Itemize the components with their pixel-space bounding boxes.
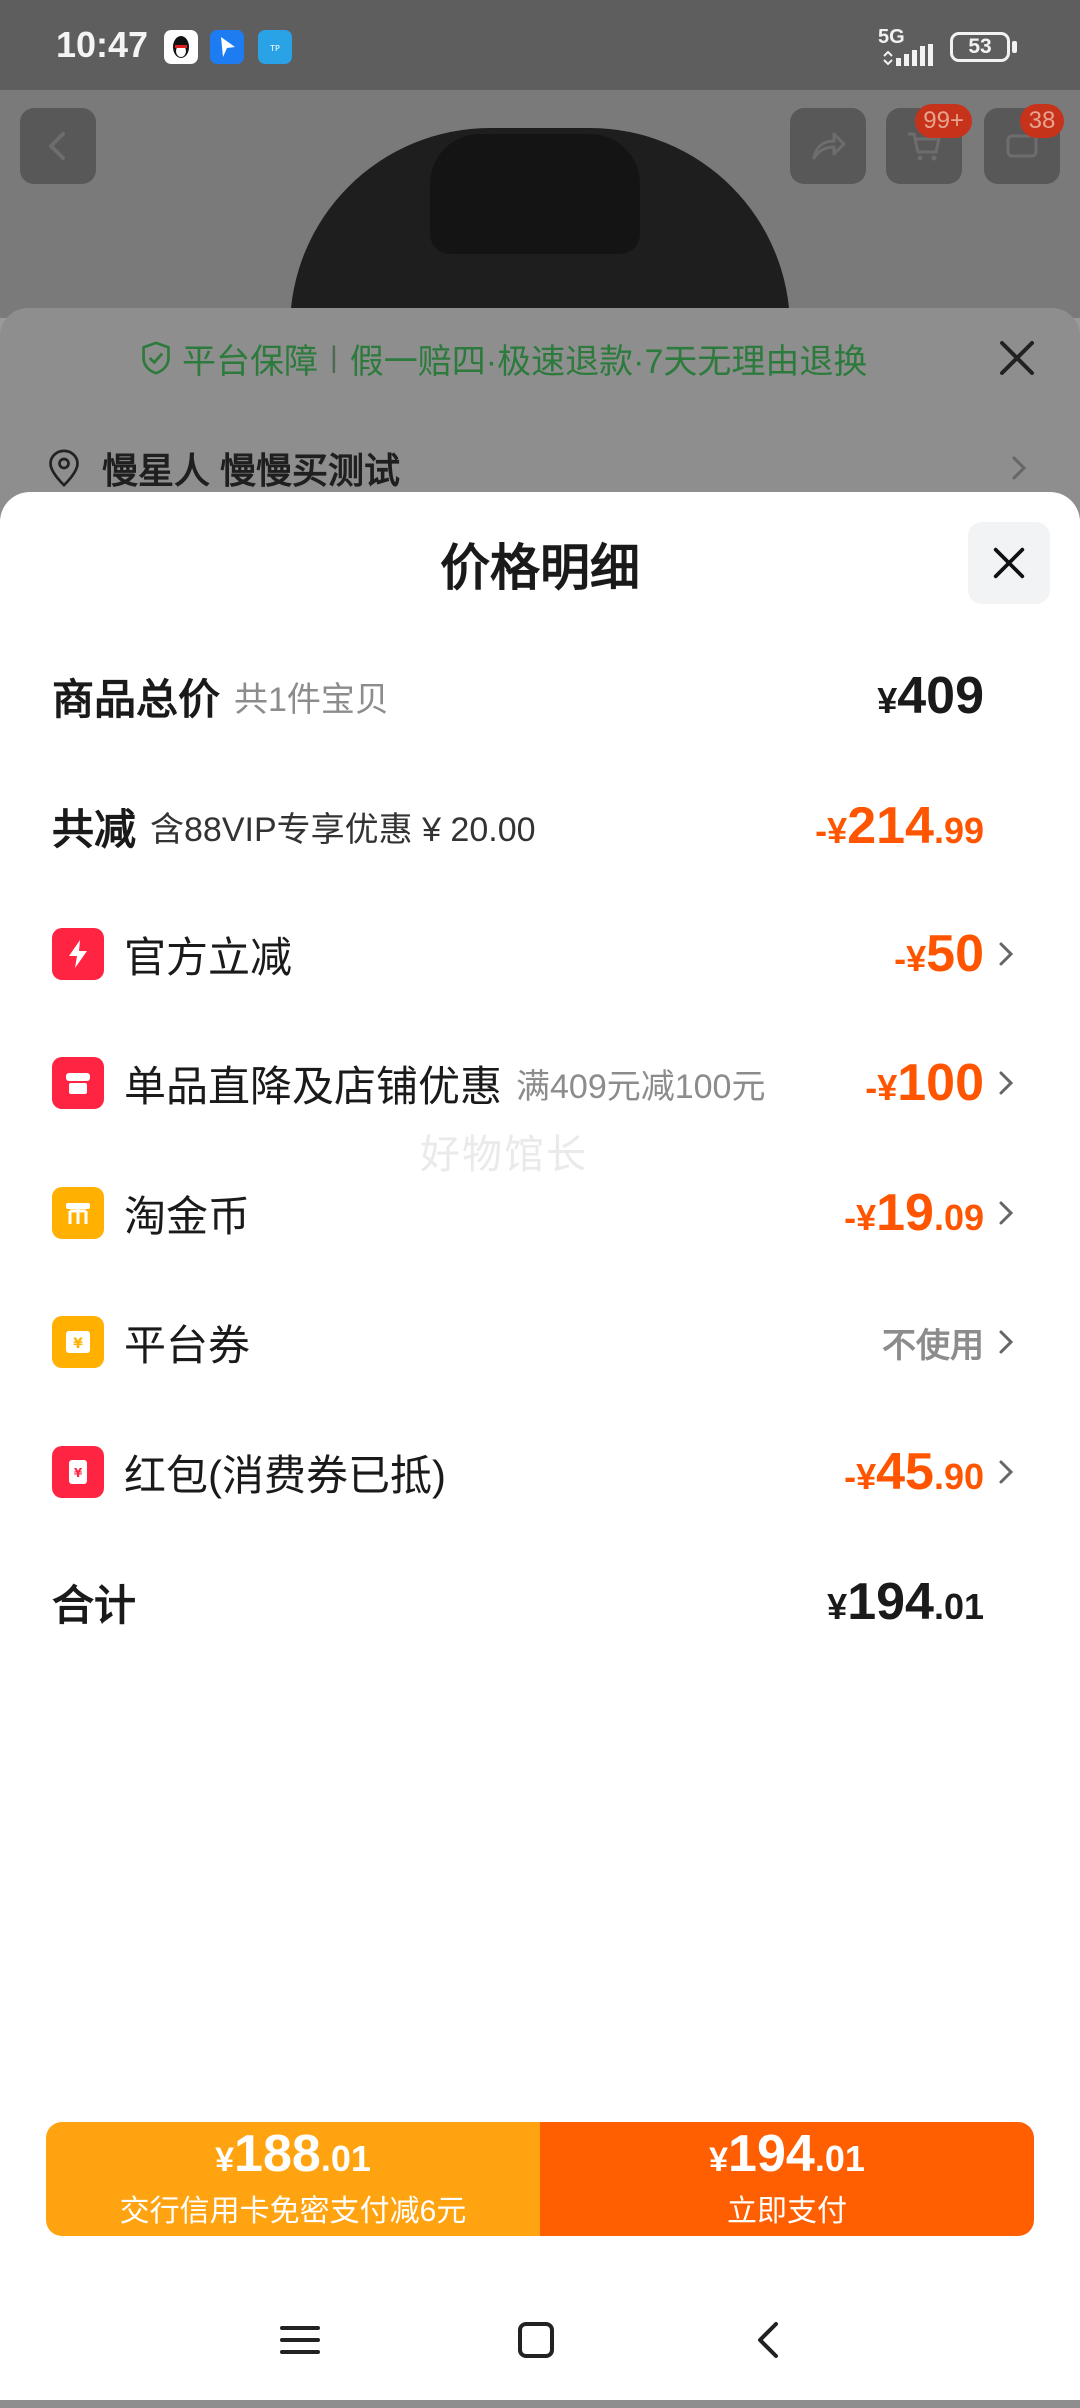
message-badge: 38	[1020, 104, 1064, 138]
qq-app-icon	[164, 30, 198, 64]
svg-text:¥: ¥	[73, 1336, 83, 1352]
navigation-app-icon	[210, 30, 244, 64]
total-discount-amount: -¥ 214.99	[815, 797, 984, 855]
guarantee-close-icon[interactable]	[992, 333, 1042, 383]
shield-check-icon	[142, 341, 170, 375]
platform-coupon-status: 不使用	[882, 1326, 984, 1365]
store-discount-label: 单品直降及店铺优惠	[124, 1062, 503, 1110]
credit-card-pay-price: ¥188.01	[215, 2125, 371, 2183]
watermark: 好物馆长	[420, 1133, 588, 1177]
location-pin-icon	[49, 449, 79, 487]
system-nav-bar	[0, 2290, 1080, 2390]
sum-label: 合计	[52, 1581, 137, 1629]
battery-level: 53	[950, 32, 1010, 62]
svg-text:¥: ¥	[74, 1466, 83, 1480]
share-icon	[812, 132, 846, 160]
message-button[interactable]: 38	[984, 104, 1064, 184]
coupon-icon: ¥	[52, 1316, 104, 1368]
sum-amount: ¥194.01	[827, 1573, 984, 1631]
red-packet-row[interactable]: ¥ 红包(消费券已抵) -¥ 45.90	[52, 1432, 1018, 1512]
menu-icon	[280, 2326, 320, 2354]
goods-total-row: 商品总价 共1件宝贝 ¥409	[52, 656, 1018, 736]
home-button[interactable]	[506, 2310, 566, 2370]
coin-icon	[52, 1187, 104, 1239]
credit-card-pay-button[interactable]: ¥188.01 交行信用卡免密支付减6元	[46, 2122, 540, 2236]
menu-button[interactable]	[270, 2310, 330, 2370]
goods-total-label: 商品总价	[52, 675, 221, 723]
chevron-right-icon	[1012, 456, 1027, 480]
store-discount-row[interactable]: 单品直降及店铺优惠 满409元减100元 -¥ 100	[52, 1043, 1018, 1123]
chevron-right-icon	[999, 1460, 1014, 1484]
share-button[interactable]	[790, 108, 866, 184]
credit-card-pay-label: 交行信用卡免密支付减6元	[119, 2195, 467, 2228]
cart-badge: 99+	[915, 104, 972, 138]
back-icon	[758, 2322, 778, 2358]
pay-now-price: ¥194.01	[709, 2125, 865, 2183]
pay-now-button[interactable]: ¥194.01 立即支付	[540, 2122, 1034, 2236]
status-bar: 10:47 TP 5G 53	[0, 0, 1080, 90]
taobao-coins-amount: -¥ 19.09	[844, 1184, 984, 1242]
status-time: 10:47	[56, 24, 149, 65]
chevron-right-icon	[999, 942, 1014, 966]
taobao-coins-row[interactable]: 淘金币 -¥ 19.09	[52, 1173, 1018, 1253]
signal-icon	[883, 44, 933, 66]
address-row[interactable]: 慢星人 慢慢买测试	[46, 440, 1036, 496]
sheet-close-button[interactable]	[968, 522, 1050, 604]
goods-count: 共1件宝贝	[234, 680, 389, 719]
tplink-app-icon: TP	[258, 30, 292, 64]
chevron-right-icon	[999, 1071, 1014, 1095]
guarantee-title: 平台保障	[182, 342, 318, 381]
sum-row: 合计 ¥194.01	[52, 1562, 1018, 1642]
back-button[interactable]	[20, 108, 96, 184]
total-discount-row: 共减 含88VIP专享优惠 ¥ 20.00 -¥ 214.99	[52, 786, 1018, 866]
jacket-collar	[430, 134, 640, 254]
pay-now-label: 立即支付	[727, 2195, 847, 2228]
back-arrow-icon	[49, 132, 65, 160]
official-discount-label: 官方立减	[124, 933, 293, 981]
taobao-coins-label: 淘金币	[124, 1192, 251, 1240]
close-icon	[993, 547, 1025, 579]
store-discount-amount: -¥ 100	[865, 1054, 984, 1112]
vip-discount-note: 含88VIP专享优惠 ¥ 20.00	[150, 810, 536, 849]
official-discount-amount: -¥ 50	[894, 925, 984, 983]
cart-button[interactable]: 99+	[886, 104, 972, 184]
official-discount-row[interactable]: 官方立减 -¥ 50	[52, 914, 1018, 994]
svg-text:TP: TP	[269, 44, 280, 53]
back-nav-button[interactable]	[740, 2310, 800, 2370]
platform-coupon-label: 平台券	[124, 1321, 251, 1369]
platform-guarantee-banner: 平台保障 | 假一赔四·极速退款·7天无理由退换	[140, 330, 960, 386]
shop-icon	[52, 1057, 104, 1109]
chevron-right-icon	[999, 1330, 1014, 1354]
red-packet-icon: ¥	[52, 1446, 104, 1498]
battery-tip	[1012, 41, 1017, 53]
red-packet-amount: -¥ 45.90	[844, 1443, 984, 1501]
red-packet-label: 红包(消费券已抵)	[124, 1451, 446, 1499]
address-text: 慢星人 慢慢买测试	[102, 450, 401, 491]
total-discount-label: 共减	[52, 805, 137, 853]
guarantee-items: 假一赔四·极速退款·7天无理由退换	[349, 342, 868, 381]
store-discount-rule: 满409元减100元	[516, 1067, 766, 1106]
guarantee-separator: |	[330, 341, 338, 374]
lightning-icon	[52, 928, 104, 980]
chevron-right-icon	[999, 1201, 1014, 1225]
goods-total-amount: ¥409	[877, 667, 984, 725]
home-icon	[518, 2322, 554, 2358]
sheet-title: 价格明细	[440, 540, 640, 596]
platform-coupon-row[interactable]: ¥ 平台券 不使用	[52, 1302, 1018, 1382]
